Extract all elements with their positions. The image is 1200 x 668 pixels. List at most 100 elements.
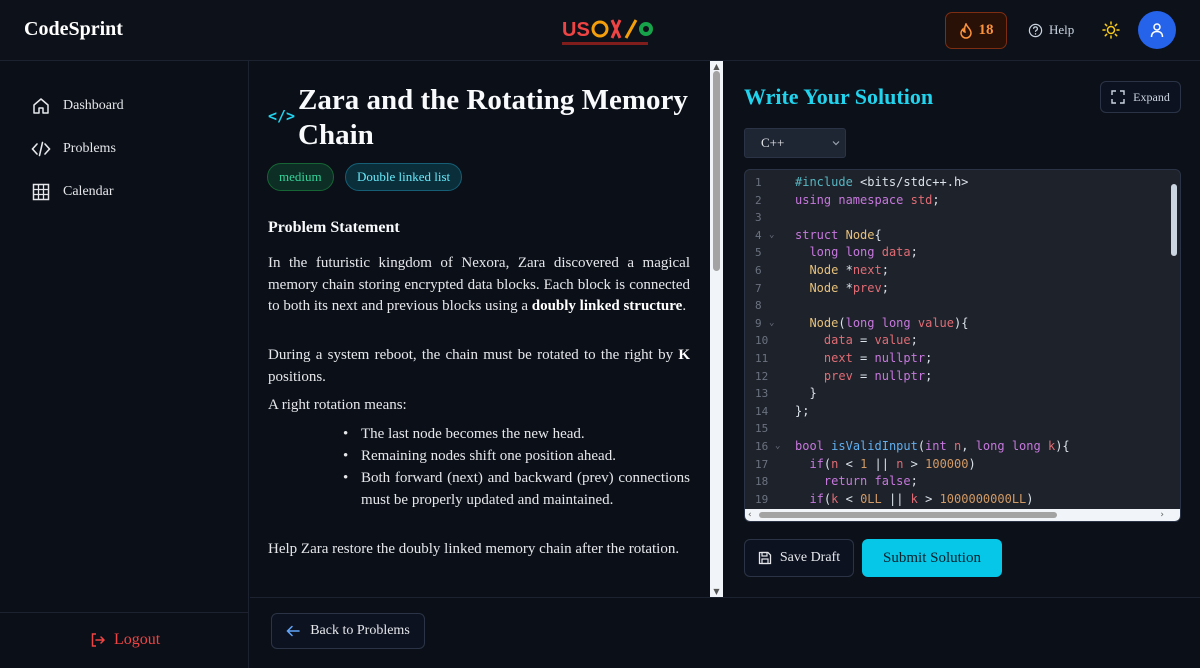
help-circle-icon: [1028, 23, 1043, 37]
logout-label: Logout: [114, 631, 161, 648]
code-line[interactable]: 7 Node *prev;: [745, 280, 1165, 298]
code-line[interactable]: 1 #include <bits/stdc++.h>: [745, 174, 1165, 192]
expand-button[interactable]: Expand: [1100, 81, 1181, 113]
scrollbar-thumb[interactable]: [713, 71, 720, 271]
list-item: The last node becomes the new head.: [343, 423, 690, 445]
code-line[interactable]: 12 prev = nullptr;: [745, 368, 1165, 386]
code-text: };: [795, 403, 810, 418]
logout-button[interactable]: Logout: [90, 631, 160, 649]
code-line[interactable]: 8: [745, 297, 1165, 315]
grid-icon: [32, 183, 50, 201]
sidebar-item-calendar[interactable]: Calendar: [31, 181, 114, 203]
language-select[interactable]: C++: [744, 128, 846, 158]
line-number: 3: [755, 211, 762, 225]
editor-vertical-scrollbar[interactable]: [1168, 170, 1180, 510]
save-icon: [758, 551, 772, 565]
statement-paragraph-4: Help Zara restore the doubly linked memo…: [268, 541, 680, 557]
sun-icon[interactable]: [1102, 21, 1120, 39]
statement-heading: Problem Statement: [268, 219, 400, 236]
line-number: 15: [755, 422, 769, 436]
code-line[interactable]: 2 using namespace std;: [745, 192, 1165, 210]
code-line[interactable]: 17 if(n < 1 || n > 100000): [745, 456, 1165, 474]
expand-label: Expand: [1133, 89, 1170, 104]
code-editor[interactable]: 1 #include <bits/stdc++.h> 2 using namespac…: [744, 169, 1181, 522]
fold-chevron-icon[interactable]: ⌄: [775, 438, 780, 456]
arrow-left-icon: [286, 625, 300, 637]
chevron-down-icon: [832, 141, 840, 146]
code-line[interactable]: 9 ⌄ Node(long long value){: [745, 315, 1165, 333]
code-line[interactable]: 3: [745, 209, 1165, 227]
streak-badge[interactable]: 18: [945, 12, 1007, 49]
code-line[interactable]: 4 ⌄ struct Node{: [745, 227, 1165, 245]
fold-chevron-icon[interactable]: ⌄: [769, 227, 774, 245]
line-number: 17: [755, 457, 769, 471]
scrollbar-thumb[interactable]: [759, 512, 1057, 518]
line-number: 13: [755, 387, 769, 401]
paragraph-end: .: [682, 298, 687, 314]
line-number: 6: [755, 264, 762, 277]
fold-chevron-icon[interactable]: ⌄: [769, 315, 774, 333]
brand-name[interactable]: CodeSprint: [24, 18, 123, 41]
code-line[interactable]: 5 long long data;: [745, 244, 1165, 262]
code-text: Node *next;: [809, 263, 889, 277]
line-number: 7: [755, 281, 762, 295]
scroll-right-arrow[interactable]: ›: [1160, 509, 1164, 521]
user-avatar[interactable]: [1138, 11, 1176, 49]
line-number: 11: [755, 352, 769, 365]
sidebar: Dashboard Problems Calendar Logout: [0, 61, 249, 668]
code-line[interactable]: 16 ⌄ bool isValidInput(int n, long long k)…: [745, 438, 1165, 456]
code-line[interactable]: 13 }: [745, 385, 1165, 403]
submit-solution-button[interactable]: Submit Solution: [862, 539, 1002, 577]
code-text: long long data;: [809, 245, 918, 260]
scroll-up-arrow[interactable]: ▲: [712, 62, 721, 71]
expand-icon: [1111, 90, 1125, 104]
code-text: data = value;: [823, 333, 918, 348]
code-text: Node(long long value){: [809, 315, 969, 330]
language-value: C++: [761, 135, 785, 150]
problem-panel: </> Zara and the Rotating Memory Chain m…: [250, 61, 710, 597]
scroll-down-arrow[interactable]: ▼: [712, 587, 721, 596]
statement-paragraph-1: In the futuristic kingdom of Nexora, Zar…: [268, 253, 690, 318]
code-line[interactable]: 11 next = nullptr;: [745, 350, 1165, 368]
code-line[interactable]: 14};: [745, 403, 1165, 421]
line-number: 12: [755, 369, 769, 383]
rotation-rules-list: The last node becomes the new head. Rema…: [343, 423, 690, 511]
code-line[interactable]: 15: [745, 420, 1165, 438]
save-label: Save Draft: [779, 550, 841, 565]
top-header: CodeSprint US 18 Help: [0, 0, 1200, 61]
code-line[interactable]: 10 data = value;: [745, 332, 1165, 350]
code-line[interactable]: 18 return false;: [745, 473, 1165, 491]
scroll-left-arrow[interactable]: ‹: [748, 509, 752, 521]
line-number: 10: [755, 334, 769, 348]
topic-badge: Double linked list: [345, 163, 463, 191]
list-item: Both forward (next) and backward (prev) …: [343, 467, 690, 511]
code-text: struct Node{: [795, 227, 882, 242]
sidebar-item-dashboard[interactable]: Dashboard: [31, 95, 124, 117]
code-text: prev = nullptr;: [823, 368, 933, 383]
code-text: next = nullptr;: [823, 351, 933, 365]
save-draft-button[interactable]: Save Draft: [744, 539, 854, 577]
code-line[interactable]: 19 if(k < 0LL || k > 1000000000LL): [745, 491, 1165, 509]
sidebar-item-label: Problems: [63, 141, 116, 156]
line-number: 8: [755, 299, 762, 313]
sidebar-item-problems[interactable]: Problems: [31, 138, 116, 160]
code-text: #include <bits/stdc++.h>: [795, 175, 969, 189]
scrollbar-thumb[interactable]: [1171, 184, 1177, 256]
help-link[interactable]: Help: [1028, 20, 1074, 40]
community-logo: US: [562, 19, 653, 45]
streak-count: 18: [978, 22, 994, 38]
code-text: using namespace std;: [795, 192, 940, 207]
sidebar-item-label: Dashboard: [63, 98, 124, 113]
statement-paragraph-2: During a system reboot, the chain must b…: [268, 345, 690, 388]
code-line[interactable]: 6 Node *next;: [745, 262, 1165, 280]
problem-scrollbar[interactable]: ▲ ▼: [710, 61, 723, 597]
code-text: }: [795, 386, 817, 401]
line-number: 19: [755, 492, 769, 506]
paragraph-bold: K: [678, 347, 690, 363]
back-to-problems-button[interactable]: Back to Problems: [271, 613, 425, 649]
svg-text:US: US: [562, 19, 590, 41]
code-text: if(n < 1 || n > 100000): [809, 456, 976, 471]
editor-horizontal-scrollbar[interactable]: ‹ ›: [745, 509, 1180, 521]
line-number: 14: [755, 404, 769, 418]
statement-paragraph-3: A right rotation means:: [268, 397, 407, 413]
